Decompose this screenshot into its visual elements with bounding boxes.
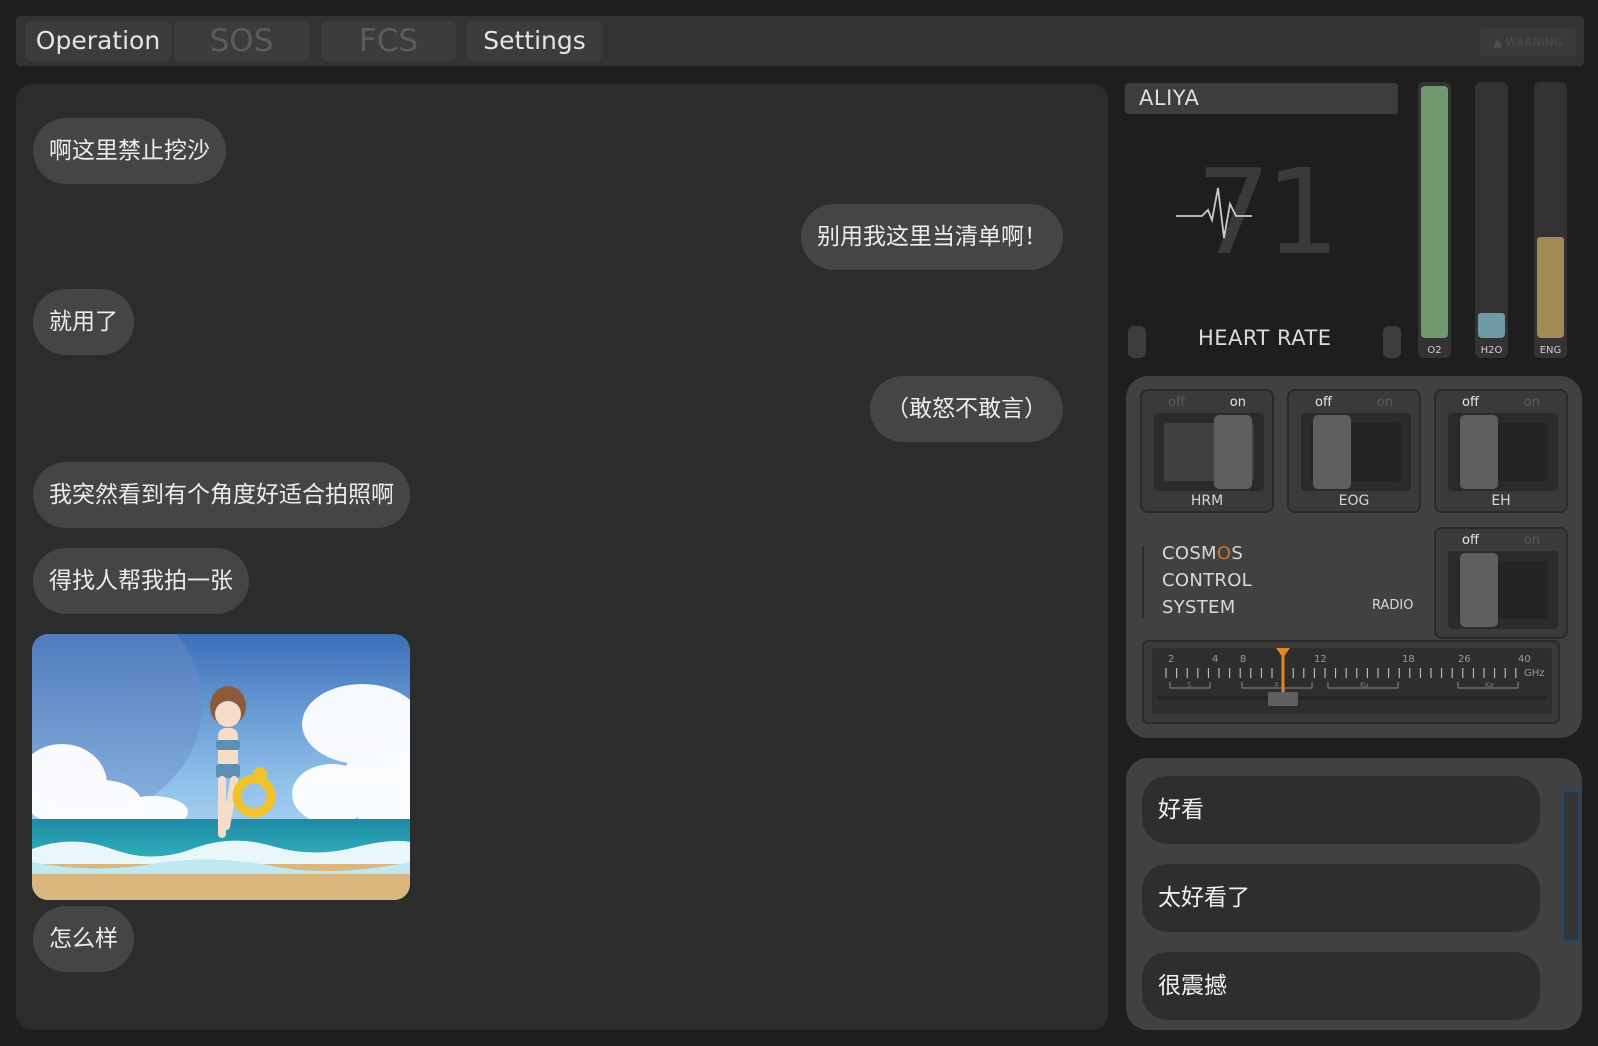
switch-name: EH — [1491, 493, 1511, 509]
o2-gauge-label: O2 — [1427, 345, 1442, 356]
answer-option[interactable]: 好看 — [1142, 776, 1540, 844]
dial-band-label: Ku — [1360, 681, 1369, 689]
frequency-scale: 2 4 8 12 18 26 40 GHz S X Ku Ka — [1158, 648, 1546, 706]
switch-on-label: on — [1229, 395, 1246, 410]
heart-rate-left-knob — [1128, 326, 1146, 358]
tab-settings[interactable]: Settings — [467, 21, 602, 61]
radio-label: RADIO — [1372, 598, 1414, 613]
switch-off-label: off — [1315, 395, 1332, 410]
tab-sos[interactable]: SOS — [174, 21, 309, 61]
heartbeat-icon — [1176, 187, 1252, 239]
h2o-gauge-label: H2O — [1480, 345, 1503, 356]
system-title-divider — [1142, 546, 1144, 618]
answer-option[interactable]: 很震撼 — [1142, 952, 1540, 1020]
o2-gauge-fill — [1421, 86, 1448, 338]
chat-bubble-left: 怎么样 — [33, 906, 134, 972]
switch-off-label: off — [1462, 533, 1479, 548]
switch-knob[interactable] — [1313, 415, 1351, 489]
character-name: ALIYA — [1125, 83, 1398, 114]
chat-panel[interactable]: 啊这里禁止挖沙 别用我这里当清单啊！ 就用了 （敢怒不敢言） 我突然看到有个角度… — [16, 84, 1108, 1030]
chat-bubble-right: （敢怒不敢言） — [870, 376, 1063, 442]
chat-bubble-left: 啊这里禁止挖沙 — [33, 118, 226, 184]
o2-gauge: O2 — [1418, 82, 1451, 358]
answer-options-panel: 好看 太好看了 很震撼 — [1126, 758, 1582, 1030]
eng-gauge-label: ENG — [1539, 345, 1562, 356]
heart-rate-right-knob — [1383, 326, 1401, 358]
switch-off-label: off — [1168, 395, 1185, 410]
dial-frequency-label: 40 — [1518, 654, 1531, 665]
dial-frequency-label: 18 — [1402, 654, 1415, 665]
dial-frequency-label: 2 — [1168, 654, 1174, 665]
switch-knob[interactable] — [1460, 553, 1498, 627]
switch-on-label: on — [1376, 395, 1393, 410]
switch-on-label: on — [1523, 533, 1540, 548]
switch-hrm[interactable]: off on HRM — [1140, 389, 1274, 513]
switch-knob[interactable] — [1460, 415, 1498, 489]
system-title-line: COSMOS — [1162, 543, 1244, 564]
app-window: Operation SOS FCS Settings ▲ WARNING 啊这里禁… — [0, 0, 1598, 1046]
system-title-accent-letter: O — [1216, 543, 1232, 564]
switch-name: HRM — [1190, 493, 1224, 509]
h2o-gauge: H2O — [1475, 82, 1508, 358]
top-tab-bar: Operation SOS FCS Settings ▲ WARNING — [16, 16, 1584, 66]
switch-on-label: on — [1523, 395, 1540, 410]
eng-gauge-fill — [1537, 237, 1564, 338]
warning-icon: ▲ — [1493, 35, 1503, 49]
dial-frequency-label: 12 — [1314, 654, 1327, 665]
dial-unit-label: GHz — [1524, 668, 1545, 679]
system-title: COSMOS CONTROL SYSTEM — [1162, 540, 1252, 621]
switch-knob[interactable] — [1214, 415, 1252, 489]
answers-scrollbar[interactable] — [1562, 790, 1580, 942]
system-title-line: SYSTEM — [1162, 597, 1236, 618]
system-title-line: CONTROL — [1162, 570, 1252, 591]
dial-band-label: Ka — [1485, 681, 1494, 689]
switch-off-label: off — [1462, 395, 1479, 410]
dial-frequency-label: 4 — [1212, 654, 1218, 665]
chat-bubble-right: 别用我这里当清单啊！ — [801, 204, 1063, 270]
dial-slider-handle — [1268, 692, 1298, 706]
warning-label: WARNING — [1505, 36, 1563, 49]
switch-radio[interactable]: off on — [1434, 527, 1568, 639]
beach-illustration — [32, 634, 410, 900]
dial-band-label: X — [1274, 681, 1279, 689]
switch-eh[interactable]: off on EH — [1434, 389, 1568, 513]
heart-rate-label: HEART RATE — [1198, 326, 1332, 350]
eng-gauge: ENG — [1534, 82, 1567, 358]
beach-photo[interactable] — [32, 634, 410, 900]
dial-frequency-label: 8 — [1240, 654, 1246, 665]
warning-indicator: ▲ WARNING — [1480, 28, 1576, 56]
tab-fcs[interactable]: FCS — [321, 21, 456, 61]
dial-band-label: S — [1187, 681, 1192, 689]
answer-option[interactable]: 太好看了 — [1142, 864, 1540, 932]
chat-bubble-left: 我突然看到有个角度好适合拍照啊 — [33, 462, 410, 528]
chat-bubble-left: 就用了 — [33, 289, 134, 355]
switch-name: EOG — [1338, 493, 1370, 509]
h2o-gauge-fill — [1478, 312, 1505, 338]
chat-bubble-left: 得找人帮我拍一张 — [33, 548, 249, 614]
dial-frequency-label: 26 — [1458, 654, 1471, 665]
switch-eog[interactable]: off on EOG — [1287, 389, 1421, 513]
frequency-dial[interactable]: 2 4 8 12 18 26 40 GHz S X Ku Ka — [1142, 640, 1560, 724]
tab-operation[interactable]: Operation — [25, 21, 171, 61]
